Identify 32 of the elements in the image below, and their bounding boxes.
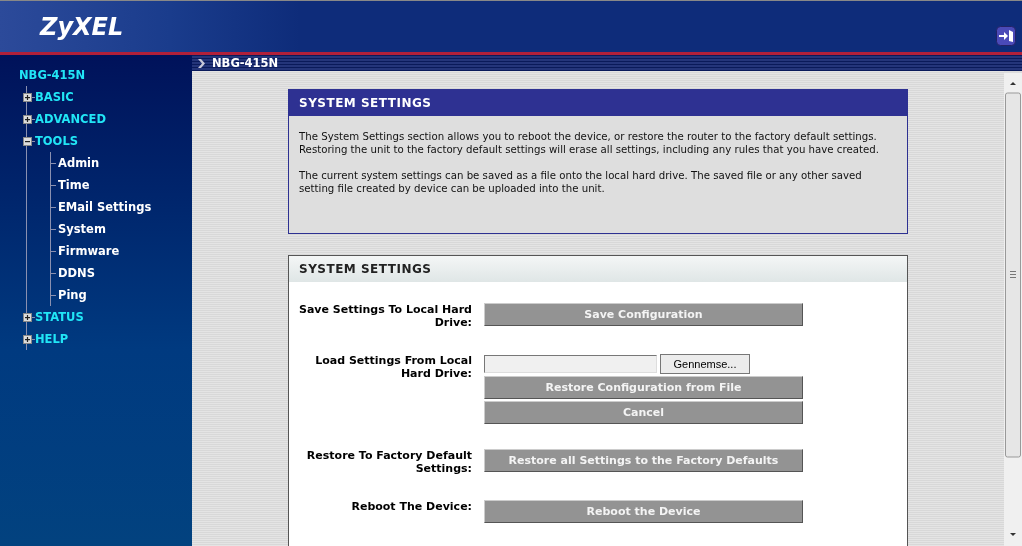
- file-path-field[interactable]: [484, 355, 657, 373]
- arrow-icon: [198, 58, 206, 68]
- setting-label: Save Settings To Local Hard Drive:: [297, 303, 472, 329]
- expand-icon[interactable]: [23, 334, 32, 344]
- description-text: The current system settings can be saved as a file onto the local hard drive. The saved file or any other saved setting file created by device can be uploaded into the unit.: [299, 169, 863, 195]
- menu-item[interactable]: BASIC: [35, 90, 74, 104]
- menu-item[interactable]: TOOLS: [35, 134, 78, 148]
- menu-item[interactable]: STATUS: [35, 310, 84, 324]
- collapse-icon[interactable]: [23, 136, 32, 146]
- expand-icon[interactable]: [23, 312, 32, 322]
- menu-item[interactable]: HELP: [35, 332, 69, 346]
- submenu-item[interactable]: Admin: [58, 156, 100, 170]
- panel-title: SYSTEM SETTINGS: [289, 90, 907, 116]
- panel-title: SYSTEM SETTINGS: [289, 256, 907, 282]
- submenu-item[interactable]: System: [58, 222, 106, 236]
- setting-label: Restore To Factory Default Settings:: [305, 449, 472, 475]
- setting-label: Load Settings From Local Hard Drive:: [314, 354, 472, 382]
- logo: ZyXEL: [40, 12, 124, 41]
- breadcrumb: NBG-415N: [212, 56, 279, 70]
- submenu-item[interactable]: DDNS: [58, 266, 95, 280]
- expand-icon[interactable]: [23, 114, 32, 124]
- device-name[interactable]: NBG-415N: [19, 68, 86, 82]
- menu-item[interactable]: ADVANCED: [35, 112, 106, 126]
- description-text: The System Settings section allows you to reboot the device, or restore the router to the factory default settings. Restoring the unit to the factory default settings will erase all settings, including any rules that you have created.: [299, 130, 880, 156]
- logout-icon[interactable]: [996, 25, 1016, 46]
- browse-button[interactable]: Gennemse...: [660, 354, 750, 374]
- setting-label: Reboot The Device:: [350, 500, 472, 515]
- submenu-item[interactable]: Firmware: [58, 244, 120, 258]
- expand-icon[interactable]: [23, 92, 32, 102]
- submenu-item[interactable]: Ping: [58, 288, 87, 302]
- submenu-item[interactable]: EMail Settings: [58, 200, 152, 214]
- submenu-item[interactable]: Time: [58, 178, 90, 192]
